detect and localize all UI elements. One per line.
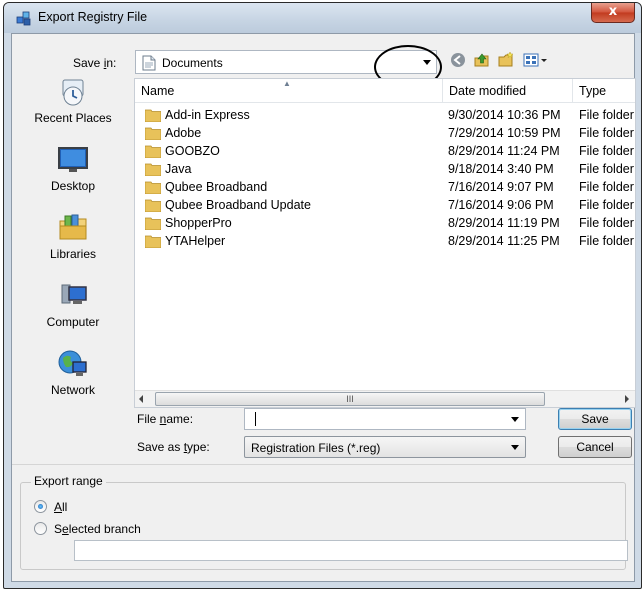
desktop-icon (58, 147, 88, 172)
place-libraries[interactable]: Libraries (16, 212, 130, 261)
file-name-label: File name: (137, 412, 194, 426)
table-row[interactable]: Java 9/18/2014 3:40 PM File folder (135, 160, 635, 178)
export-range-title: Export range (31, 474, 106, 488)
row-date: 7/29/2014 10:59 PM (448, 126, 561, 140)
folder-icon (145, 235, 161, 248)
up-folder-icon[interactable] (473, 51, 491, 72)
folder-icon (145, 163, 161, 176)
folder-icon (145, 109, 161, 122)
save-button[interactable]: Save (558, 408, 632, 430)
horizontal-scrollbar[interactable]: III (135, 390, 635, 407)
folder-icon (145, 127, 161, 140)
row-name: Qubee Broadband Update (165, 198, 311, 212)
row-type: File folder (579, 108, 634, 122)
row-type: File folder (579, 216, 634, 230)
place-computer[interactable]: Computer (16, 280, 130, 329)
computer-icon (61, 284, 87, 304)
table-row[interactable]: Adobe 7/29/2014 10:59 PM File folder (135, 124, 635, 142)
folder-icon (145, 181, 161, 194)
row-type: File folder (579, 144, 634, 158)
dialog-title: Export Registry File (38, 10, 148, 24)
save-as-type-dropdown[interactable]: Registration Files (*.reg) (244, 436, 526, 458)
view-menu-icon[interactable] (523, 51, 549, 72)
column-headers: Name ▲ Date modified Type (135, 79, 635, 103)
file-name-field[interactable] (244, 408, 526, 430)
place-label: Network (50, 383, 95, 397)
scroll-left-icon[interactable] (139, 395, 143, 403)
all-radio[interactable] (34, 500, 47, 513)
sort-ascending-icon: ▲ (283, 79, 291, 88)
text-cursor (255, 412, 256, 426)
row-date: 7/16/2014 9:06 PM (448, 198, 554, 212)
row-date: 8/29/2014 11:19 PM (448, 216, 560, 230)
table-row[interactable]: Qubee Broadband Update 7/16/2014 9:06 PM… (135, 196, 635, 214)
place-network[interactable]: Network (16, 348, 130, 397)
row-name: Add-in Express (165, 108, 250, 122)
divider (12, 464, 634, 465)
scrollbar-thumb[interactable]: III (155, 392, 545, 406)
table-row[interactable]: Add-in Express 9/30/2014 10:36 PM File f… (135, 106, 635, 124)
registry-editor-icon (16, 11, 31, 26)
libraries-icon (59, 214, 87, 240)
table-row[interactable]: ShopperPro 8/29/2014 11:19 PM File folde… (135, 214, 635, 232)
row-name: Qubee Broadband (165, 180, 268, 194)
place-label: Computer (46, 315, 100, 329)
row-date: 8/29/2014 11:24 PM (448, 144, 560, 158)
row-type: File folder (579, 180, 634, 194)
place-label: Recent Places (34, 111, 112, 125)
back-icon[interactable] (449, 51, 467, 72)
folder-icon (145, 145, 161, 158)
row-date: 8/29/2014 11:25 PM (448, 234, 560, 248)
table-row[interactable]: YTAHelper 8/29/2014 11:25 PM File folder (135, 232, 635, 250)
folder-icon (145, 199, 161, 212)
table-row[interactable]: Qubee Broadband 7/16/2014 9:07 PM File f… (135, 178, 635, 196)
selected-branch-label[interactable]: Selected branch (54, 522, 141, 536)
row-name: Adobe (165, 126, 202, 140)
chevron-down-icon[interactable] (511, 417, 519, 422)
file-name-input[interactable] (246, 410, 508, 428)
column-header-date-modified[interactable]: Date modified (443, 79, 573, 103)
folder-icon (145, 217, 161, 230)
row-type: File folder (579, 162, 634, 176)
documents-folder-icon (142, 55, 156, 71)
row-name: Java (165, 162, 192, 176)
row-name: GOOBZO (165, 144, 220, 158)
scroll-right-icon[interactable] (625, 395, 629, 403)
place-desktop[interactable]: Desktop (16, 144, 130, 193)
row-date: 7/16/2014 9:07 PM (448, 180, 554, 194)
table-row[interactable]: GOOBZO 8/29/2014 11:24 PM File folder (135, 142, 635, 160)
save-in-value: Documents (162, 56, 223, 70)
all-radio-label[interactable]: All (54, 500, 67, 514)
selected-branch-radio[interactable] (34, 522, 47, 535)
dialog-body: Save in: Documents Recent Places Desktop… (11, 33, 636, 582)
file-list[interactable]: Name ▲ Date modified Type Add-in Express… (134, 78, 636, 408)
row-date: 9/30/2014 10:36 PM (448, 108, 561, 122)
recent-places-icon (62, 79, 84, 106)
column-header-type[interactable]: Type (573, 79, 637, 103)
new-folder-icon[interactable] (497, 51, 515, 72)
close-button[interactable]: x (591, 3, 635, 23)
place-label: Libraries (49, 247, 97, 261)
save-as-type-label: Save as type: (137, 440, 210, 454)
place-label: Desktop (50, 179, 96, 193)
row-type: File folder (579, 198, 634, 212)
place-recent-places[interactable]: Recent Places (16, 76, 130, 125)
row-date: 9/18/2014 3:40 PM (448, 162, 554, 176)
export-registry-dialog: Export Registry File x Save in: Document… (3, 2, 642, 589)
save-in-label: Save in: (73, 56, 117, 70)
row-type: File folder (579, 126, 634, 140)
selected-branch-input[interactable] (74, 540, 628, 561)
chevron-down-icon[interactable] (511, 445, 519, 450)
row-name: ShopperPro (165, 216, 232, 230)
title-bar[interactable]: Export Registry File x (4, 3, 641, 33)
row-type: File folder (579, 234, 634, 248)
row-name: YTAHelper (165, 234, 226, 248)
save-as-type-value: Registration Files (*.reg) (251, 441, 381, 455)
places-bar: Recent Places Desktop Libraries Computer… (16, 76, 130, 406)
cancel-button[interactable]: Cancel (558, 436, 632, 458)
network-icon (58, 350, 87, 376)
